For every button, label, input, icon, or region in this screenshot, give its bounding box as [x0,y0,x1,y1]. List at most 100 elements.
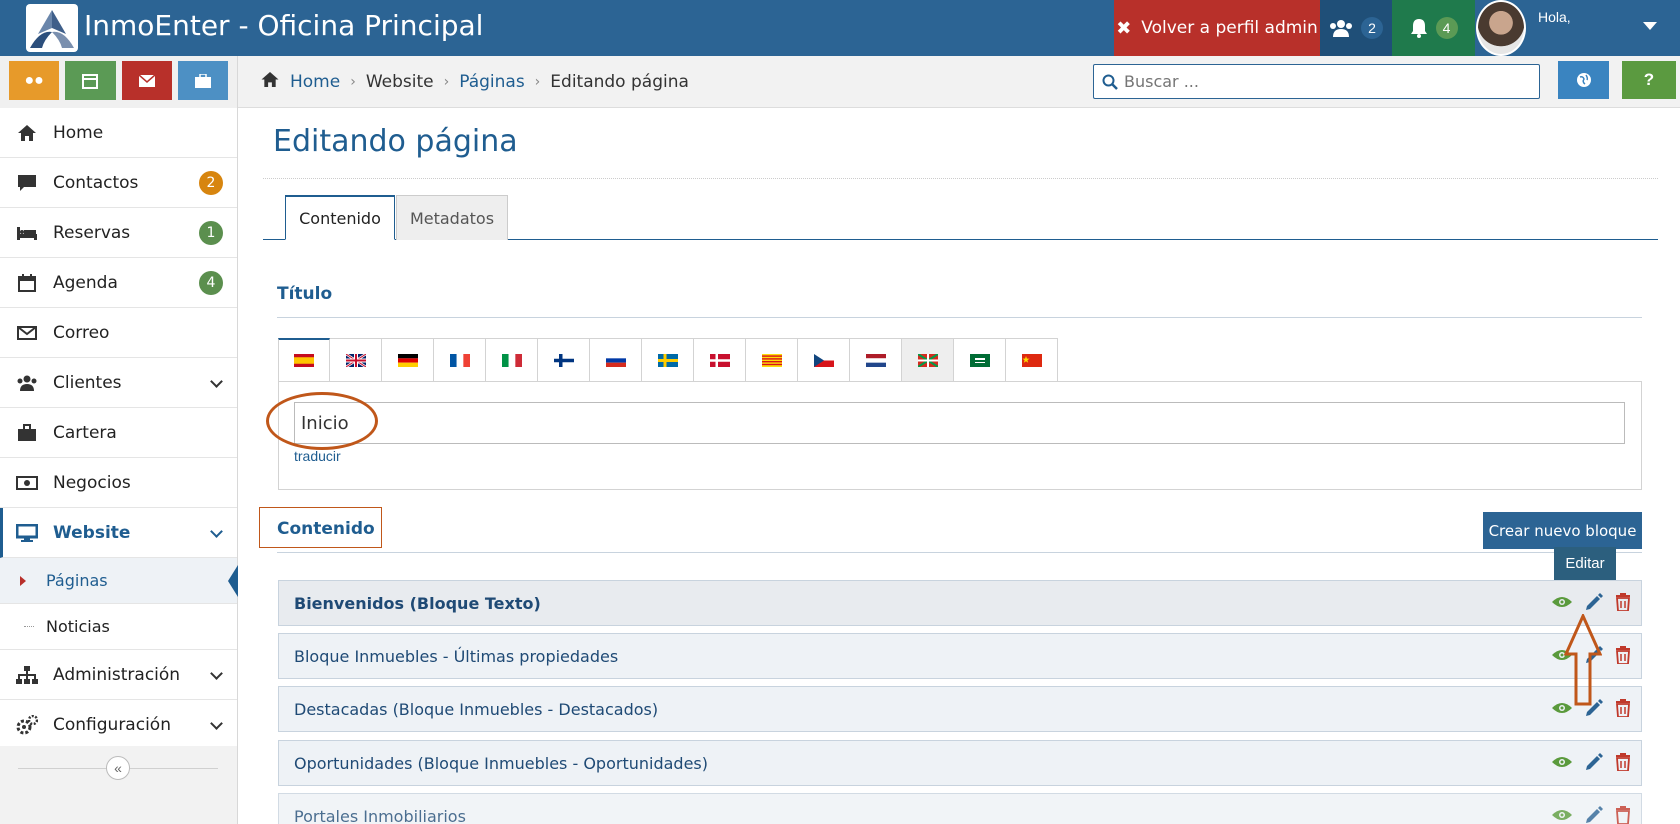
germany-flag-icon [397,353,418,367]
close-icon: ✖ [1116,17,1132,39]
chevron-down-icon[interactable] [1643,22,1657,30]
sidebar-item-contactos[interactable]: Contactos 2 [0,158,237,208]
website-globe-button[interactable] [1558,61,1609,99]
search-input[interactable] [1124,72,1524,91]
sidebar: ●● Home Contactos 2 Reservas 1 Agenda 4 … [0,56,238,824]
breadcrumb-home[interactable]: Home [290,72,340,92]
tab-contenido[interactable]: Contenido [285,195,395,240]
users-icon: ●● [24,71,44,89]
block-title: Oportunidades (Bloque Inmuebles - Oportu… [294,753,708,773]
agenda-badge: 4 [199,270,223,295]
tab-lang-eu[interactable] [902,338,954,382]
users-count-badge: 2 [1361,17,1383,39]
pencil-icon[interactable] [1585,806,1603,824]
sidebar-item-reservas[interactable]: Reservas 1 [0,208,237,258]
tab-lang-zh[interactable] [1006,338,1058,382]
tab-lang-ru[interactable] [590,338,642,382]
tab-lang-es[interactable] [278,338,330,382]
tab-metadatos[interactable]: Metadatos [396,195,508,240]
trash-icon[interactable] [1615,753,1631,771]
tab-lang-nl[interactable] [850,338,902,382]
tab-lang-da[interactable] [694,338,746,382]
quick-users-button[interactable]: ●● [9,61,60,100]
help-button[interactable]: ? [1622,61,1676,99]
sidebar-item-clientes[interactable]: Clientes [0,358,237,408]
trash-icon[interactable] [1615,646,1631,664]
sidebar-item-home[interactable]: Home [0,108,237,158]
trash-icon[interactable] [1615,699,1631,717]
sidebar-item-noticias[interactable]: Noticias [0,604,237,650]
envelope-icon [138,74,155,87]
quick-briefcase-button[interactable] [177,61,228,100]
tab-lang-de[interactable] [382,338,434,382]
avatar[interactable] [1476,0,1526,56]
sidebar-item-cartera[interactable]: Cartera [0,408,237,458]
sidebar-item-administracion[interactable]: Administración [0,650,237,700]
app-title: InmoEnter - Oficina Principal [84,9,484,42]
block-title: Portales Inmobiliarios [294,807,466,824]
create-block-button[interactable]: Crear nuevo bloque [1483,512,1642,549]
notifications-button[interactable]: 4 [1392,0,1475,56]
netherlands-flag-icon [865,353,886,367]
eye-icon[interactable] [1551,595,1573,609]
tab-lang-ar[interactable] [954,338,1006,382]
home-icon[interactable] [260,71,280,93]
sidebar-item-label: Clientes [53,372,122,393]
sidebar-item-configuracion[interactable]: Configuración [0,700,237,750]
list-item[interactable]: Portales Inmobiliarios [278,793,1642,824]
breadcrumb: Home › Website › Páginas › Editando pági… [260,71,689,93]
tab-lang-en[interactable] [330,338,382,382]
tab-lang-fi[interactable] [538,338,590,382]
quick-calendar-button[interactable] [65,61,116,100]
sidebar-item-negocios[interactable]: Negocios [0,458,237,508]
collapse-sidebar-icon[interactable]: « [106,756,130,780]
tab-lang-sv[interactable] [642,338,694,382]
eye-icon[interactable] [1551,755,1573,769]
admin-button-label: Volver a perfil admin [1141,18,1318,38]
home-icon [16,123,38,143]
pencil-icon[interactable] [1585,593,1603,611]
users-button[interactable]: 2 [1320,0,1392,56]
tab-lang-fr[interactable] [434,338,486,382]
chevron-down-icon [210,667,223,680]
block-title: Bloque Inmuebles - Últimas propiedades [294,646,619,666]
sidebar-item-website[interactable]: Website [0,508,237,558]
language-tabs [278,338,1058,382]
app-logo[interactable] [26,4,78,52]
chevron-down-icon [210,525,223,538]
back-to-admin-button[interactable]: ✖ Volver a perfil admin [1114,0,1320,56]
list-item[interactable]: Destacadas (Bloque Inmuebles - Destacado… [278,686,1642,732]
list-item[interactable]: Bienvenidos (Bloque Texto) [278,580,1642,626]
chevron-right-icon: › [534,74,541,90]
russia-flag-icon [605,353,626,367]
chat-icon [16,173,38,193]
page-title-input[interactable] [294,402,1625,444]
quick-mail-button[interactable] [121,61,172,100]
finland-flag-icon [553,353,574,367]
search-box[interactable] [1093,64,1540,99]
divider [277,552,1642,553]
chevron-down-icon [210,717,223,730]
list-item[interactable]: Oportunidades (Bloque Inmuebles - Oportu… [278,740,1642,786]
tab-lang-ca[interactable] [746,338,798,382]
page-title: Editando página [273,124,518,159]
sidebar-item-paginas[interactable]: Páginas [0,558,238,604]
trash-icon[interactable] [1615,806,1631,824]
spain-flag-icon [294,354,314,367]
pencil-icon[interactable] [1585,753,1603,771]
user-menu[interactable]: Hola, [1475,0,1680,56]
briefcase-icon [194,73,211,88]
trash-icon[interactable] [1615,593,1631,611]
calendar-icon [16,273,38,293]
breadcrumb-pages[interactable]: Páginas [459,72,524,92]
translate-link[interactable]: traducir [294,448,341,464]
sidebar-item-correo[interactable]: Correo [0,308,237,358]
tab-lang-it[interactable] [486,338,538,382]
tab-lang-cs[interactable] [798,338,850,382]
breadcrumb-current: Editando página [550,72,689,92]
breadcrumb-website: Website [365,72,434,92]
saudi-flag-icon [969,353,990,367]
eye-icon[interactable] [1551,808,1573,822]
sidebar-item-agenda[interactable]: Agenda 4 [0,258,237,308]
list-item[interactable]: Bloque Inmuebles - Últimas propiedades [278,633,1642,679]
